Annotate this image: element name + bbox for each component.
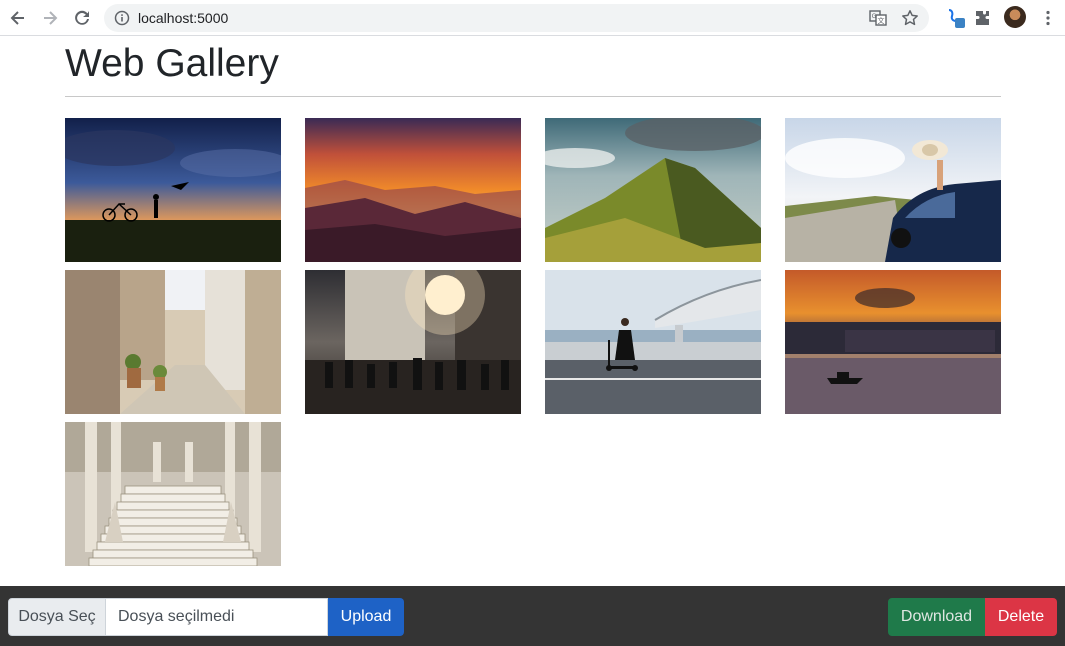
delete-button[interactable]: Delete [985, 598, 1057, 636]
profile-avatar[interactable] [1004, 6, 1026, 28]
choose-file-button[interactable]: Dosya Seç [8, 598, 106, 636]
gallery-image-bicycle-sunset[interactable] [65, 118, 281, 262]
action-buttons: Download Delete [888, 598, 1057, 636]
selected-file-name[interactable]: Dosya seçilmedi [106, 598, 328, 636]
page-title: Web Gallery [65, 42, 279, 85]
svg-text:G: G [872, 13, 877, 20]
browser-toolbar: localhost:5000 文G [0, 0, 1065, 36]
extension-icon[interactable] [943, 6, 967, 30]
puzzle-icon[interactable] [971, 6, 995, 30]
title-divider [65, 96, 1001, 97]
upload-button[interactable]: Upload [328, 598, 404, 636]
page-header: Web Gallery [65, 36, 1001, 97]
gallery-image-stone-alley[interactable] [65, 270, 281, 414]
file-upload-group: Dosya Seç Dosya seçilmedi Upload [8, 598, 404, 636]
gallery-image-mountain-sunset[interactable] [305, 118, 521, 262]
bookmark-star-icon[interactable] [901, 9, 919, 32]
gallery-image-river-city-sunset[interactable] [785, 270, 1001, 414]
gallery-image-city-street-crowd[interactable] [305, 270, 521, 414]
download-button[interactable]: Download [888, 598, 985, 636]
forward-icon[interactable] [38, 6, 62, 30]
bottom-toolbar: Dosya Seç Dosya seçilmedi Upload Downloa… [0, 586, 1065, 646]
back-icon[interactable] [6, 6, 30, 30]
url-text[interactable]: localhost:5000 [138, 10, 228, 26]
address-bar[interactable]: localhost:5000 文G [104, 4, 929, 32]
gallery-image-marble-staircase[interactable] [65, 422, 281, 566]
reload-icon[interactable] [70, 6, 94, 30]
image-gallery [65, 118, 1001, 566]
gallery-image-scooter-bridge[interactable] [545, 270, 761, 414]
svg-text:文: 文 [878, 16, 885, 25]
menu-icon[interactable] [1036, 6, 1060, 30]
info-icon[interactable] [114, 10, 130, 31]
gallery-image-green-mountain[interactable] [545, 118, 761, 262]
translate-icon[interactable]: 文G [869, 9, 887, 32]
gallery-image-car-hat-road[interactable] [785, 118, 1001, 262]
